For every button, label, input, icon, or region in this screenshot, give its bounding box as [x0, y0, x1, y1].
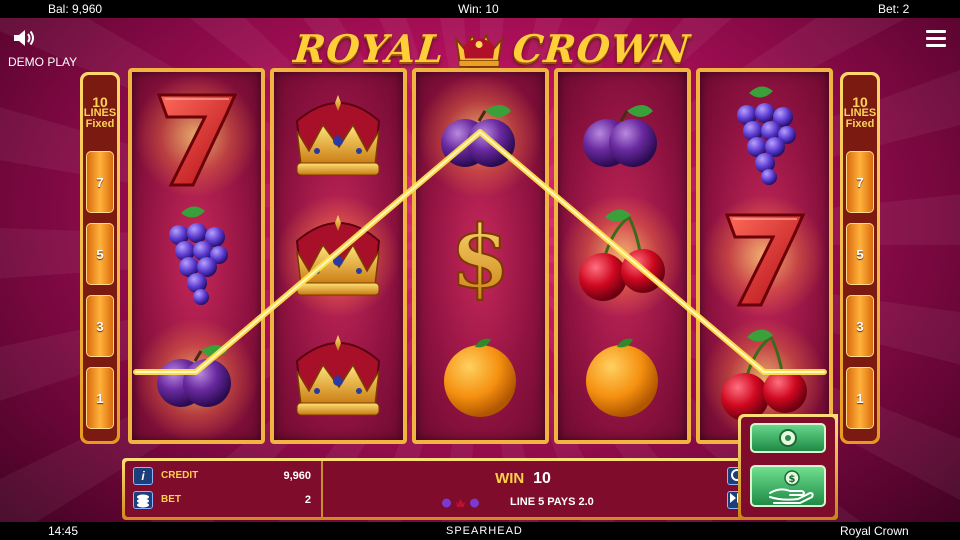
credit-value: 9,960	[283, 470, 311, 482]
crown-logo-icon	[454, 33, 503, 67]
crown-icon	[296, 94, 380, 176]
bet-text: Bet: 2	[878, 2, 910, 16]
win-label: WIN	[495, 470, 525, 487]
speaker-icon[interactable]	[12, 28, 36, 48]
plum-icon	[439, 103, 517, 169]
title-word-royal: ROYAL	[291, 25, 447, 71]
crown-icon	[296, 334, 380, 416]
bottom-control-panel: i CREDIT 9,960 BET 2 WIN 10 LINE 5 PAYS …	[122, 458, 838, 520]
cherries-icon	[577, 207, 667, 303]
crown-icon	[296, 214, 380, 296]
fixed-label: Fixed	[845, 118, 875, 130]
plum-icon	[581, 103, 659, 169]
coins-stack-icon	[137, 494, 149, 508]
bet-label: BET	[161, 494, 181, 505]
lines-panel-left: 10 LINES Fixed 7 5 3 1	[80, 72, 120, 444]
bet-value: 2	[304, 494, 311, 506]
spin-controls: $	[738, 414, 838, 520]
hamburger-menu-icon[interactable]	[926, 30, 946, 48]
spin-button[interactable]: $	[750, 465, 826, 507]
plum-icon	[469, 495, 480, 508]
fixed-label: Fixed	[85, 118, 115, 130]
demo-play-label: DEMO PLAY	[8, 55, 78, 69]
grapes-icon	[737, 86, 796, 185]
dollar-icon	[449, 206, 511, 309]
win-symbols	[441, 495, 480, 508]
line-badge-5: 5	[86, 223, 114, 285]
line-badge-5: 5	[846, 223, 874, 285]
bet-stack-button[interactable]	[133, 491, 153, 509]
provider-logo: SPEARHEAD	[446, 525, 523, 537]
seven-icon	[157, 93, 237, 187]
top-status-bar: Bal: 9,960 Win: 10 Bet: 2	[0, 0, 960, 18]
credit-label: CREDIT	[161, 470, 199, 481]
line-badge-7: 7	[86, 151, 114, 213]
lines-panel-right: 10 LINES Fixed 7 5 3 1	[840, 72, 880, 444]
svg-text:$: $	[789, 474, 796, 485]
game-title-logo: ROYAL CROWN	[291, 24, 693, 72]
orange-icon	[444, 338, 516, 417]
clock-text: 14:45	[48, 524, 79, 538]
win-value: 10	[533, 470, 551, 487]
chip-icon	[779, 429, 797, 447]
line-badge-1: 1	[846, 367, 874, 429]
title-word-crown: CROWN	[510, 25, 693, 71]
seven-icon	[725, 213, 805, 307]
crown-icon	[455, 495, 466, 507]
game-name-text: Royal Crown	[840, 524, 909, 538]
bet-coin-button[interactable]	[750, 423, 826, 453]
lines-indicator: 10 LINES Fixed	[843, 95, 877, 130]
balance-text: Bal: 9,960	[48, 2, 103, 16]
plum-icon	[441, 495, 452, 508]
hand-coin-icon: $	[769, 470, 814, 504]
plum-icon	[155, 343, 233, 409]
line-pays-text: LINE 5 PAYS 2.0	[510, 496, 594, 508]
win-display: WIN 10 LINE 5 PAYS 2.0	[323, 461, 723, 517]
line-badge-7: 7	[846, 151, 874, 213]
bottom-status-bar: 14:45 SPEARHEAD Royal Crown	[0, 522, 960, 540]
info-button[interactable]: i	[133, 467, 153, 485]
win-amount-line: WIN 10	[323, 470, 723, 488]
lines-indicator: 10 LINES Fixed	[83, 95, 117, 130]
line-badge-1: 1	[86, 367, 114, 429]
line-badge-3: 3	[846, 295, 874, 357]
line-badge-3: 3	[86, 295, 114, 357]
grapes-icon	[169, 206, 228, 305]
win-text: Win: 10	[458, 2, 499, 16]
orange-icon	[586, 338, 658, 417]
